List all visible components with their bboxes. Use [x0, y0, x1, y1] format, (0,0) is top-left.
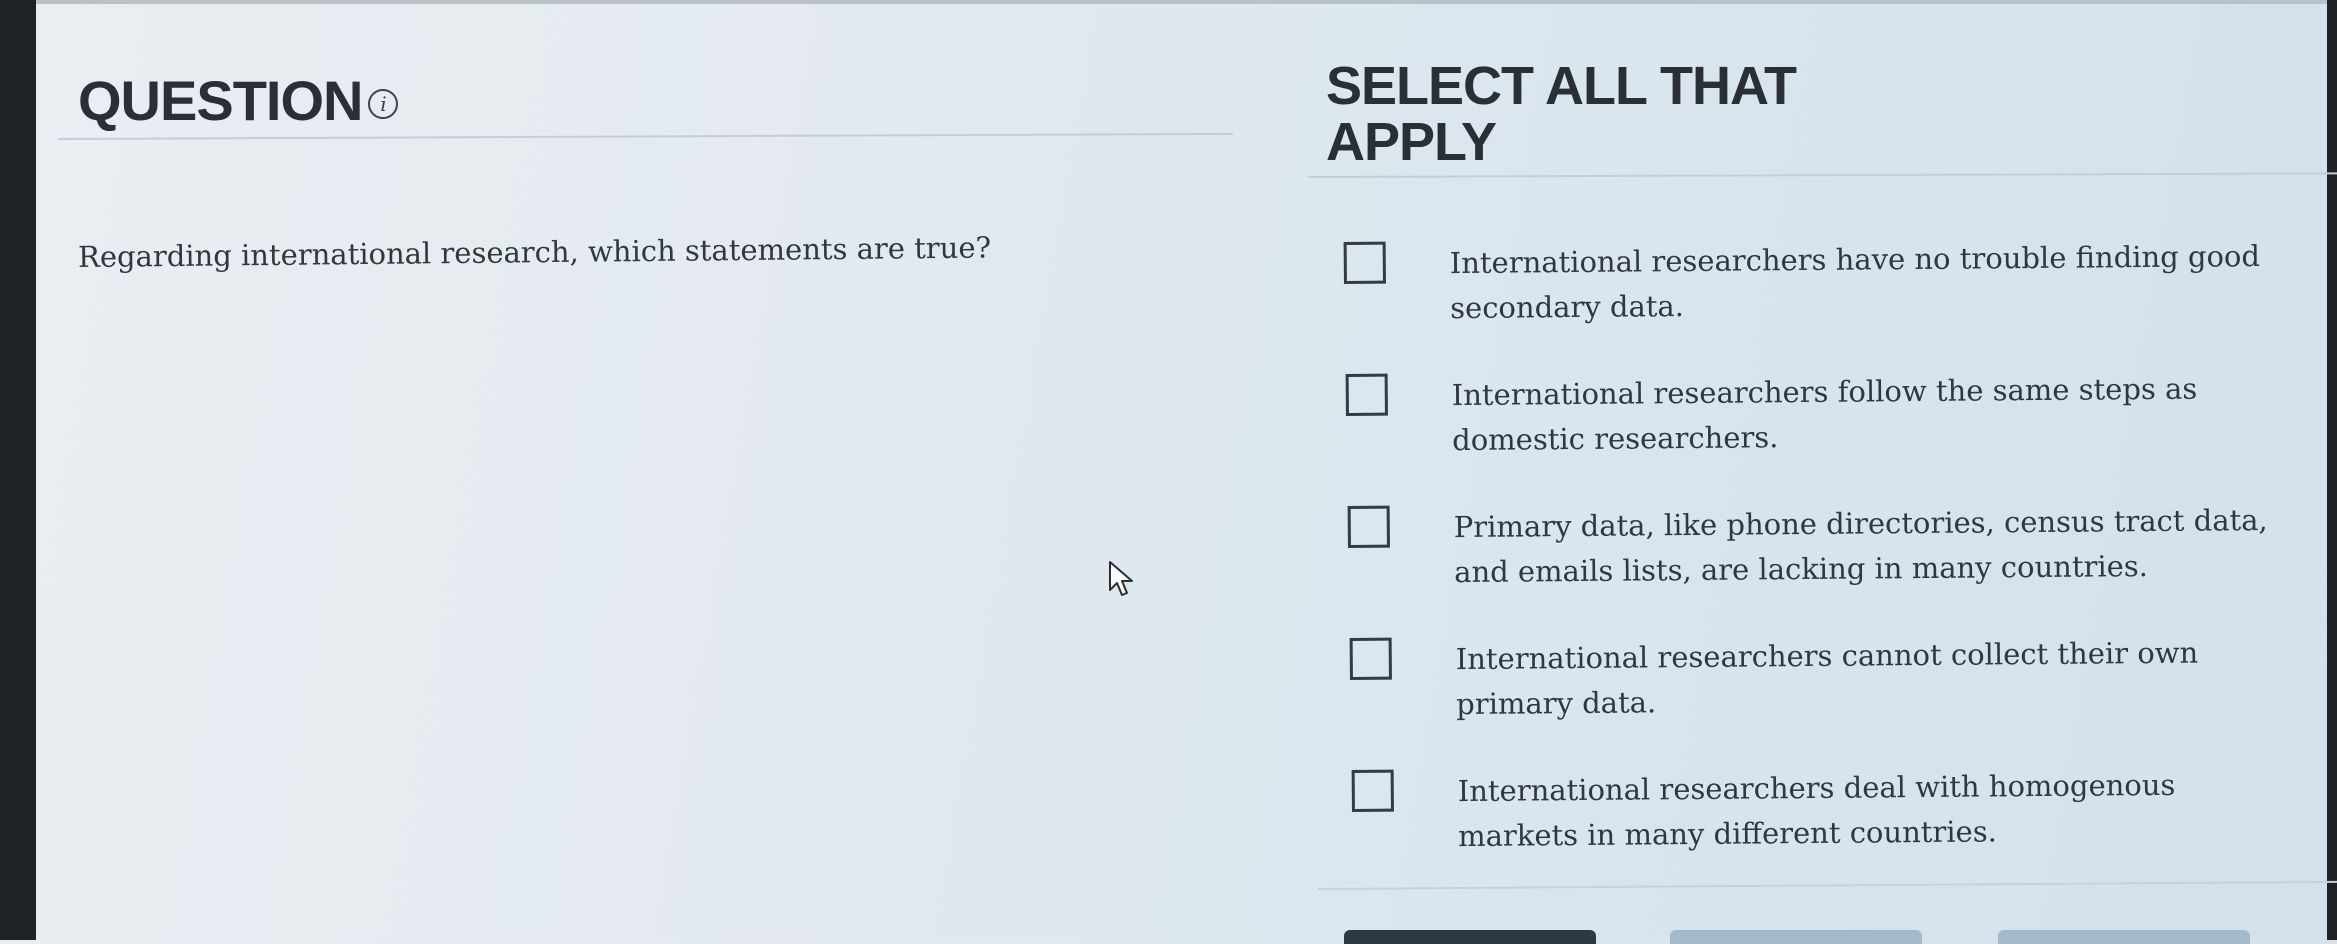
answer-label: International researchers deal with homo…	[1457, 767, 2176, 854]
info-icon[interactable]: i	[368, 88, 399, 119]
question-text: Regarding international research, which …	[77, 230, 992, 274]
answer-option-2[interactable]: International researchers follow the sam…	[1345, 365, 2337, 464]
answer-label: Primary data, like phone directories, ce…	[1453, 502, 2268, 590]
answer-checkbox[interactable]	[1345, 373, 1388, 417]
screen-bezel-left	[0, 0, 36, 940]
secondary-action-button[interactable]	[1670, 930, 1922, 944]
tertiary-action-button[interactable]	[1998, 930, 2250, 944]
answer-label: International researchers cannot collect…	[1455, 635, 2199, 722]
primary-action-button[interactable]	[1344, 930, 1596, 944]
select-all-title: SELECT ALL THAT APPLY	[1326, 56, 1797, 172]
answer-option-4[interactable]: International researchers cannot collect…	[1349, 629, 2337, 728]
answer-label: International researchers have no troubl…	[1449, 239, 2261, 326]
answers-divider	[1307, 172, 2337, 178]
question-title: QUESTION	[78, 69, 363, 132]
answer-label: International researchers follow the sam…	[1451, 371, 2198, 458]
question-divider	[57, 132, 1233, 140]
answer-checkbox[interactable]	[1351, 769, 1394, 813]
answer-option-5[interactable]: International researchers deal with homo…	[1351, 761, 2337, 860]
question-screen: QUESTION i Regarding international resea…	[36, 4, 2337, 944]
answers-bottom-divider	[1317, 880, 2337, 890]
mouse-cursor-icon	[1109, 561, 1133, 596]
answer-option-1[interactable]: International researchers have no troubl…	[1343, 233, 2337, 332]
answer-option-3[interactable]: Primary data, like phone directories, ce…	[1347, 497, 2337, 596]
answer-checkbox[interactable]	[1349, 637, 1392, 681]
answer-checkbox[interactable]	[1347, 505, 1390, 549]
answer-checkbox[interactable]	[1343, 241, 1386, 285]
question-header: QUESTION i	[78, 68, 399, 133]
